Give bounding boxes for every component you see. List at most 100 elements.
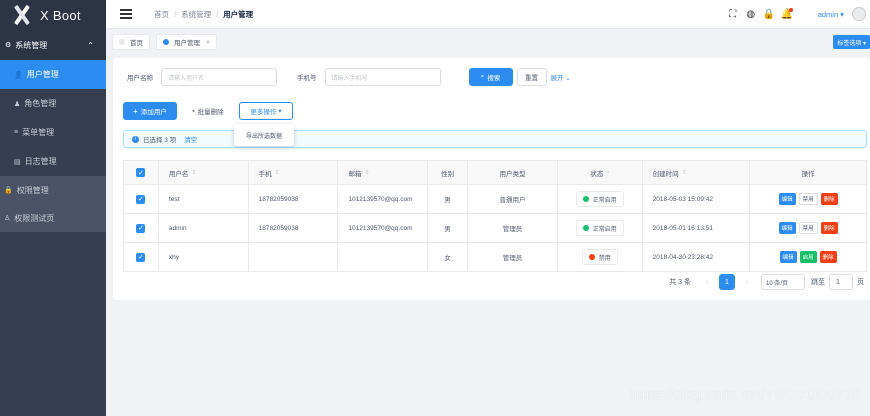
tag-options-button[interactable]: 标签选项 ▾ <box>833 35 870 49</box>
delete-button[interactable]: 删除 <box>820 193 838 205</box>
cell-mobile: 18782059038 <box>249 214 339 242</box>
enable-button[interactable]: 启用 <box>799 251 817 263</box>
cell-username: test <box>159 185 249 213</box>
trash-icon: ▪ <box>192 107 195 115</box>
cell-gender: 男 <box>428 214 469 242</box>
dropdown-export-item[interactable]: 导出所选数据 <box>234 124 294 146</box>
tag-users[interactable]: 用户管理 × <box>156 34 217 50</box>
column-header[interactable]: 手机 <box>259 168 272 178</box>
add-user-button[interactable]: + 添加用户 <box>123 102 177 120</box>
select-all-checkbox[interactable]: ✓ <box>136 168 146 177</box>
top-header: 首页 / 系统管理 / 用户管理 ⛶ ◍ 🔒 🔔 admin ▾ <box>106 0 870 28</box>
disable-button[interactable]: 禁用 <box>798 222 818 234</box>
column-header: 用户类型 <box>499 170 526 178</box>
column-header[interactable]: 邮箱 <box>348 168 361 178</box>
breadcrumb-current: 用户管理 <box>223 9 254 19</box>
cell-gender: 女 <box>428 243 469 271</box>
sidebar-item-label: 权限测试页 <box>14 213 55 223</box>
breadcrumb: 首页 / 系统管理 / 用户管理 <box>154 9 254 20</box>
cell-type: 管理员 <box>468 243 558 271</box>
delete-button[interactable]: 删除 <box>820 222 838 234</box>
menu-list-icon: ≡ <box>14 129 19 136</box>
edit-button[interactable]: 编辑 <box>778 222 796 234</box>
column-header[interactable]: 创建时间 <box>653 168 679 178</box>
breadcrumb-home[interactable]: 首页 <box>154 9 169 20</box>
hamburger-icon[interactable] <box>120 7 132 21</box>
brand[interactable]: X Boot <box>0 0 106 30</box>
tag-dot-icon <box>119 39 125 45</box>
filter-icon[interactable]: ▿ <box>606 169 609 176</box>
user-menu[interactable]: admin ▾ <box>818 10 844 19</box>
search-icon: ⌕ <box>480 73 485 80</box>
username-input[interactable]: 请输入用户名 <box>161 68 277 86</box>
close-icon[interactable]: × <box>206 39 210 46</box>
xboot-logo-icon <box>12 5 32 25</box>
sidebar-item-users[interactable]: 👤 用户管理 <box>0 60 106 89</box>
delete-button[interactable]: 删除 <box>819 251 837 263</box>
sidebar-item-roles[interactable]: ♟ 角色管理 <box>0 89 106 118</box>
cell-created: 2018-05-03 15:09:42 <box>643 185 751 213</box>
page-button[interactable]: 1 <box>719 274 735 290</box>
cell-email: 1012139570@qq.com <box>338 214 429 242</box>
disable-button[interactable]: 禁用 <box>798 193 818 205</box>
avatar[interactable] <box>852 7 866 21</box>
search-button[interactable]: ⌕ 搜索 <box>468 68 513 86</box>
info-icon: i <box>132 135 139 143</box>
sort-icon[interactable]: ⇕ <box>275 169 280 176</box>
app-title: X Boot <box>40 7 81 23</box>
lock-screen-icon[interactable]: 🔒 <box>762 9 776 20</box>
prev-page-icon[interactable]: ‹ <box>699 274 715 290</box>
sort-icon[interactable]: ⇕ <box>364 169 369 176</box>
reset-button[interactable]: 重置 <box>516 68 547 86</box>
page-suffix: 页 <box>857 279 864 286</box>
more-actions-button[interactable]: 更多操作 ▾ <box>239 102 293 120</box>
chevron-down-icon: ▾ <box>278 108 282 115</box>
clear-selection-link[interactable]: 清空 <box>184 134 197 144</box>
breadcrumb-system[interactable]: 系统管理 <box>181 9 211 20</box>
row-checkbox[interactable]: ✓ <box>136 223 146 233</box>
tag-home[interactable]: 首页 <box>112 34 150 50</box>
batch-delete-button[interactable]: ▪ 批量删除 <box>183 102 233 120</box>
mobile-input[interactable]: 请输入手机号 <box>324 68 441 86</box>
page-size-select[interactable]: 10 条/页 <box>761 274 805 290</box>
edit-button[interactable]: 编辑 <box>779 251 797 263</box>
sidebar-item-logs[interactable]: ▤ 日志管理 <box>0 147 106 176</box>
cell-email: 1012139570@qq.com <box>338 185 429 213</box>
row-checkbox[interactable]: ✓ <box>136 194 146 204</box>
fullscreen-icon[interactable]: ⛶ <box>726 9 740 20</box>
user-icon: 👤 <box>14 71 23 79</box>
table-row: ✓ test 18782059038 1012139570@qq.com 男 普… <box>124 185 866 214</box>
sidebar-item-label: 角色管理 <box>24 99 57 108</box>
sort-icon[interactable]: ⇕ <box>682 169 687 176</box>
mobile-label: 手机号 <box>297 75 317 82</box>
users-table: ✓ 用户名 ⇕ 手机 ⇕ 邮箱 ⇕ 性别 用户类型 状态 ▿ 创建时间 ⇕ 操作 ✓ te… <box>123 160 867 272</box>
expand-link[interactable]: 展开 ⌄ <box>551 72 571 82</box>
status-badge: 正常启用 <box>575 191 624 207</box>
table-row: ✓ admin 18782059038 1012139570@qq.com 男 … <box>124 214 866 243</box>
gear-icon: ⚙ <box>5 42 12 49</box>
sidebar-item-menus[interactable]: ≡ 菜单管理 <box>0 118 106 147</box>
sidebar-item-label: 菜单管理 <box>22 128 55 137</box>
column-header[interactable]: 用户名 <box>169 168 189 178</box>
jump-input[interactable]: 1 <box>829 274 853 290</box>
globe-icon[interactable]: ◍ <box>744 9 758 20</box>
row-checkbox[interactable]: ✓ <box>136 252 146 262</box>
toolbar: + 添加用户 ▪ 批量删除 更多操作 ▾ <box>123 102 293 120</box>
edit-button[interactable]: 编辑 <box>778 193 796 205</box>
main-card: 用户名称 请输入用户名 手机号 请输入手机号 ⌕ 搜索 重置 展开 ⌄ + 添加… <box>113 58 870 300</box>
column-header: 状态 <box>590 170 604 178</box>
cell-type: 普通用户 <box>468 185 558 213</box>
bell-icon[interactable]: 🔔 <box>780 7 794 20</box>
sidebar-item-permission-test[interactable]: ♙ 权限测试页 <box>0 204 106 232</box>
next-page-icon[interactable]: › <box>739 274 755 290</box>
status-badge: 正常启用 <box>575 220 624 236</box>
menu-group-system[interactable]: ⚙ 系统管理 ⌃ <box>0 30 106 60</box>
notification-dot <box>788 7 793 12</box>
cell-email <box>338 243 429 271</box>
sidebar-item-label: 用户管理 <box>26 70 59 79</box>
cell-gender: 男 <box>428 185 469 213</box>
cell-mobile: 18782059038 <box>249 185 339 213</box>
sidebar-item-permissions[interactable]: 🔒 权限管理 <box>0 176 106 204</box>
test-icon: ♙ <box>4 215 11 222</box>
sort-icon[interactable]: ⇕ <box>191 169 196 176</box>
